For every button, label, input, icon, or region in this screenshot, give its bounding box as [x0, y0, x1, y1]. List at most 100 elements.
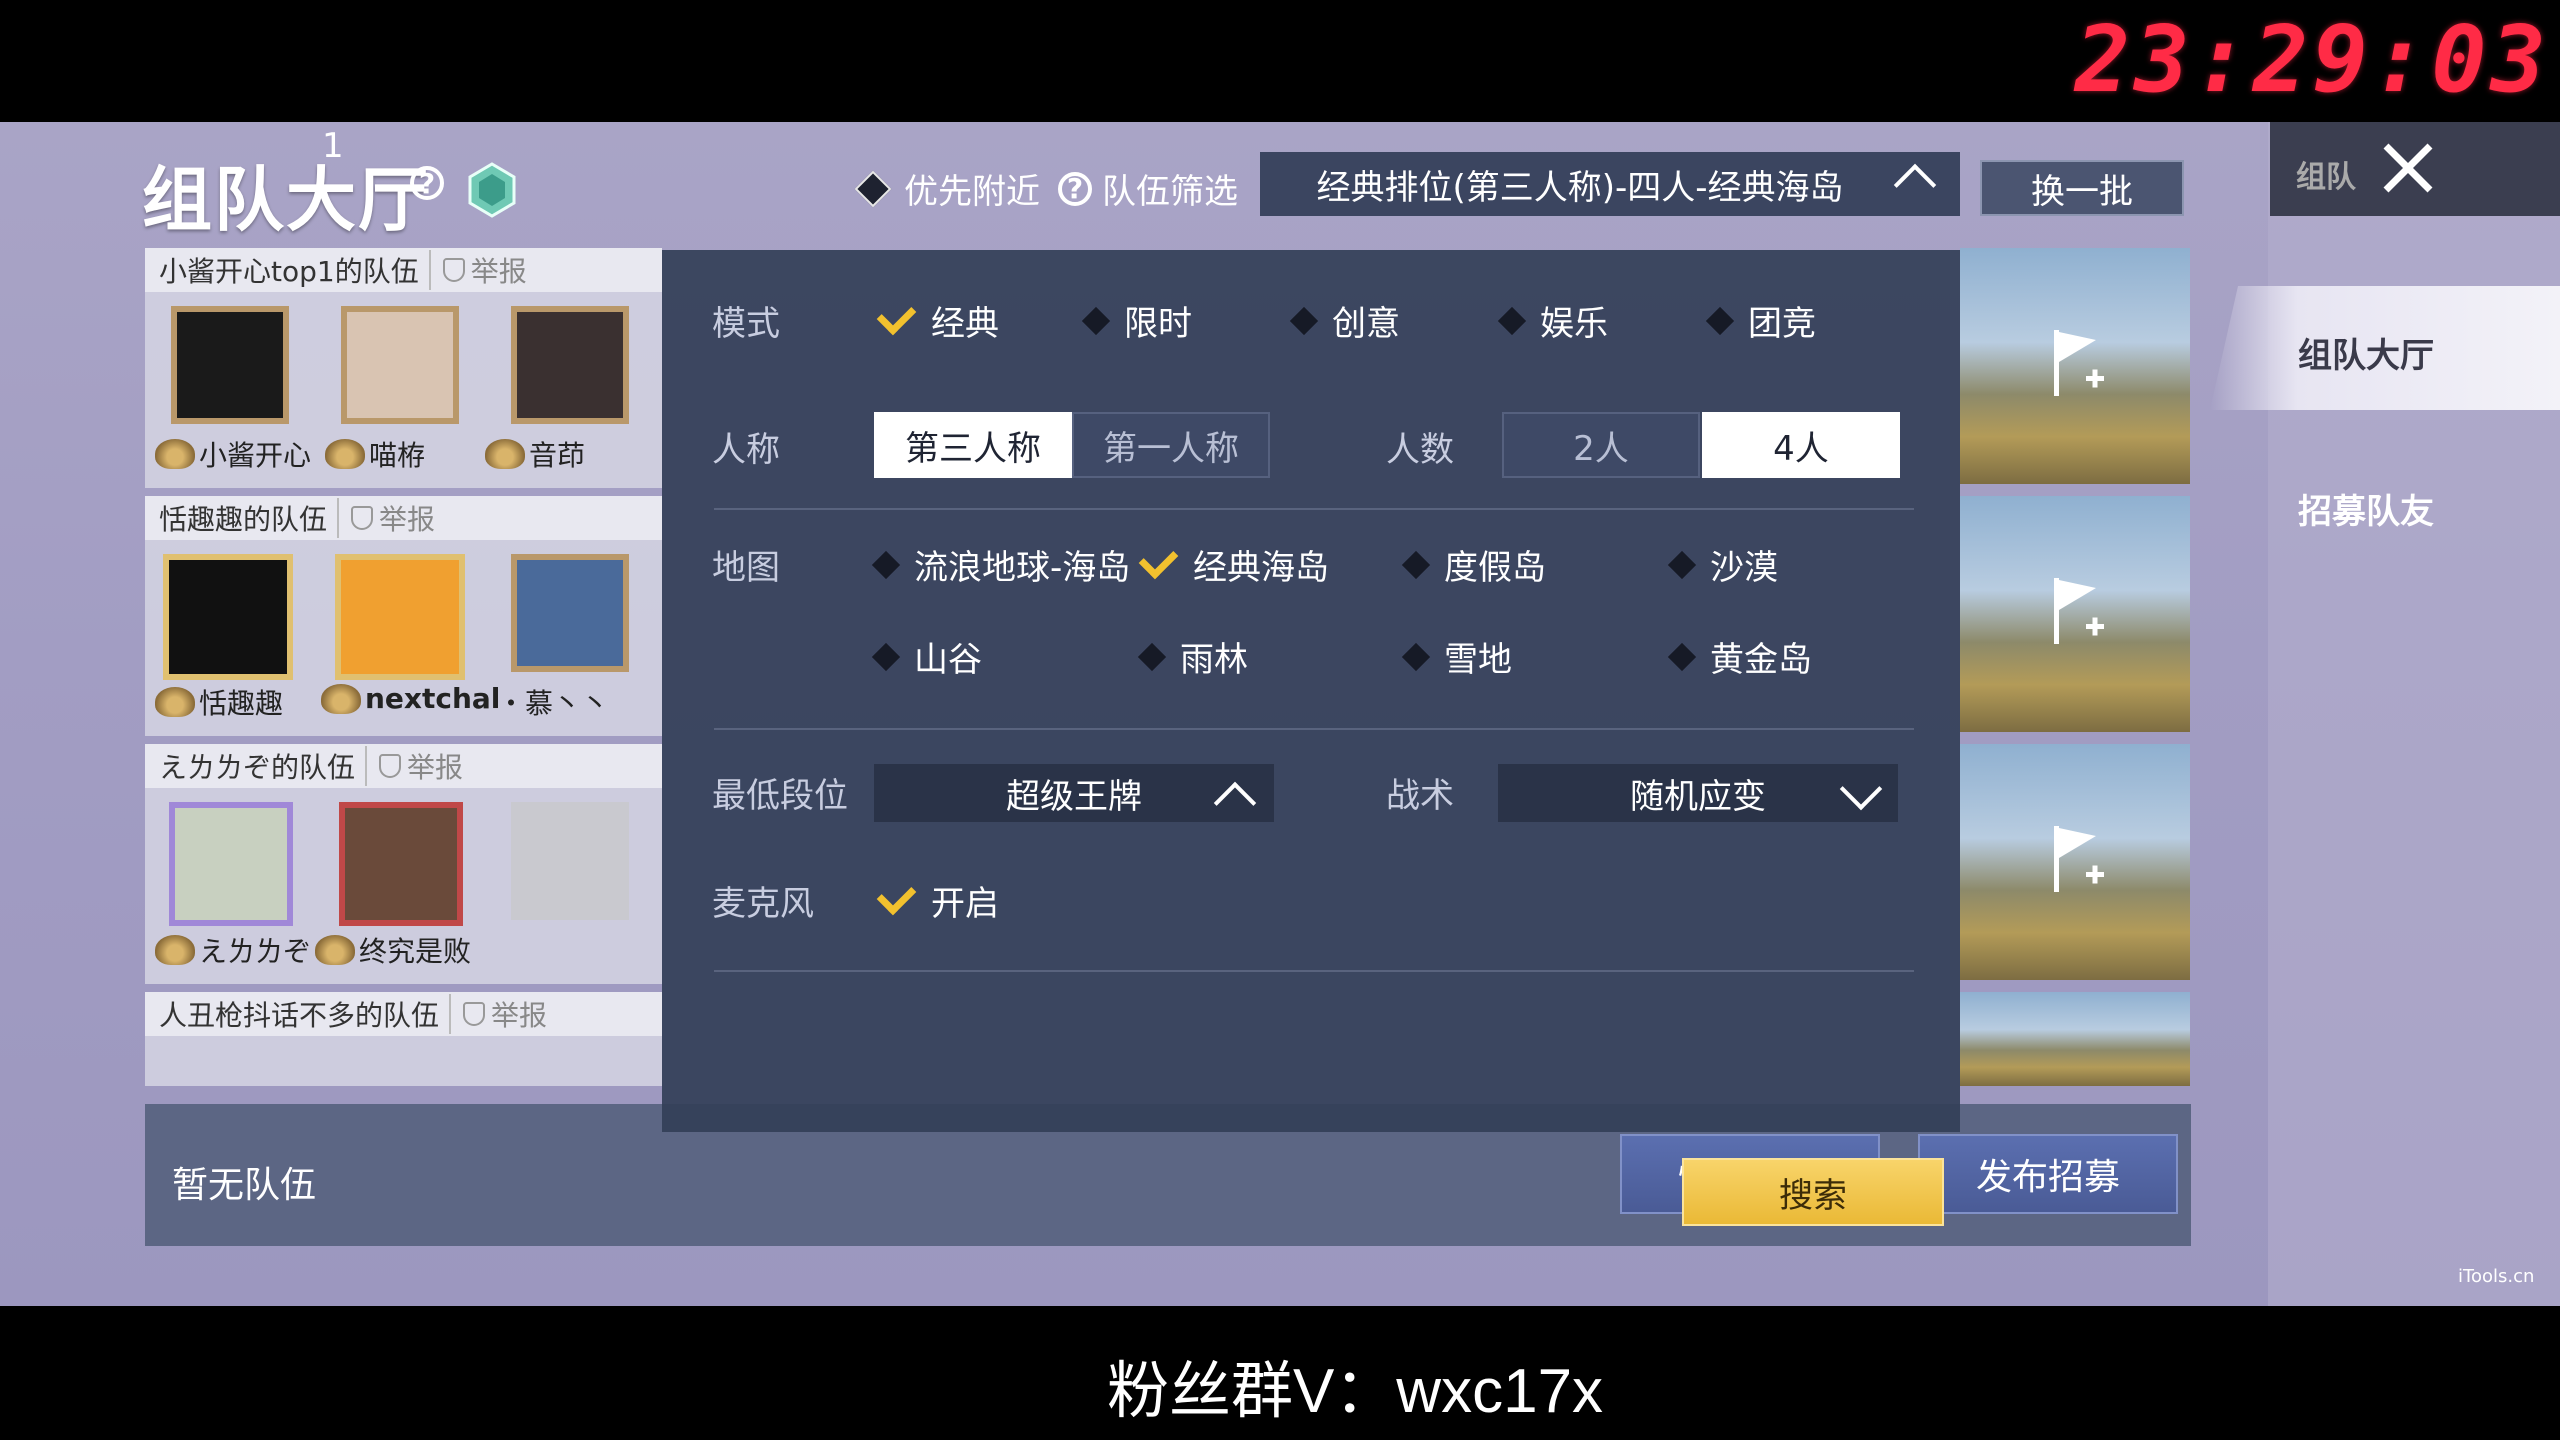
report-button[interactable]: 举报 — [428, 250, 527, 290]
microphone-label: 麦克风 — [712, 884, 814, 924]
tab-team-hall-label[interactable]: 组队大厅 — [2298, 328, 2434, 377]
min-rank-dropdown[interactable]: 超级王牌 — [874, 764, 1274, 822]
map-label: 地图 — [712, 548, 780, 588]
tactic-dropdown[interactable]: 随机应变 — [1498, 764, 1898, 822]
report-button[interactable]: 举报 — [365, 746, 463, 786]
flag-plus-icon — [2054, 826, 2104, 892]
filter-panel: 模式 经典 限时 创意 娱乐 团竞 人称 第三人称 第一人称 人数 2人 4人 … — [662, 250, 1960, 1226]
report-label: 举报 — [379, 503, 436, 536]
report-button[interactable]: 举报 — [337, 498, 435, 538]
map-option[interactable]: 山谷 — [871, 632, 982, 681]
perspective-first-person[interactable]: 第一人称 — [1072, 412, 1270, 478]
member-name: 恬趣趣 — [155, 682, 283, 722]
divider — [714, 970, 1914, 972]
avatar[interactable] — [511, 554, 629, 672]
map-option[interactable]: 沙漠 — [1667, 540, 1778, 589]
join-team-thumbnail[interactable] — [1960, 992, 2190, 1086]
checkmark-icon — [1138, 539, 1179, 580]
nearby-checkbox[interactable] — [854, 170, 892, 207]
shield-icon — [351, 506, 374, 530]
rank-wing-icon — [155, 935, 195, 965]
team-size-2[interactable]: 2人 — [1502, 412, 1700, 478]
avatar[interactable] — [339, 802, 463, 926]
rank-wing-icon — [155, 687, 195, 717]
team-size-4[interactable]: 4人 — [1702, 412, 1900, 478]
join-team-thumbnail[interactable] — [1960, 744, 2190, 980]
mode-option-classic[interactable]: 经典 — [876, 295, 999, 345]
unchecked-icon — [1667, 550, 1697, 579]
unchecked-icon — [1289, 306, 1319, 335]
perspective-label: 人称 — [712, 430, 780, 470]
rank-wing-icon — [315, 935, 355, 965]
avatar[interactable] — [511, 306, 629, 424]
close-icon[interactable] — [2378, 138, 2438, 198]
flag-plus-icon — [2054, 578, 2104, 644]
mode-option-creative[interactable]: 创意 — [1289, 296, 1400, 345]
publish-recruit-button[interactable]: 发布招募 — [1918, 1134, 2178, 1214]
shield-icon — [463, 1002, 486, 1026]
rank-badge-icon — [468, 162, 516, 218]
tab-recruit[interactable]: 招募队友 — [2298, 484, 2434, 533]
unchecked-icon — [1705, 306, 1735, 335]
search-button[interactable]: 搜索 — [1682, 1158, 1944, 1226]
team-card[interactable]: 恬趣趣的队伍 举报 恬趣趣 nextchal ・慕丶丶 — [145, 496, 662, 736]
map-option[interactable]: 度假岛 — [1401, 540, 1546, 589]
checkmark-icon — [876, 875, 917, 916]
rank-wing-icon — [155, 439, 195, 469]
tactic-label: 战术 — [1386, 776, 1454, 816]
team-size-label: 人数 — [1386, 430, 1454, 470]
shield-icon — [442, 258, 465, 282]
page-title: 组队大厅 — [142, 159, 430, 241]
report-label: 举报 — [491, 999, 548, 1032]
member-name: 喵栫 — [325, 434, 425, 474]
member-name: ・慕丶丶 — [497, 687, 610, 720]
help-icon[interactable]: ? — [410, 166, 444, 200]
nearby-help-icon[interactable]: ? — [1058, 171, 1092, 206]
team-card-header: 人丑枪抖话不多的队伍 举报 — [145, 992, 662, 1036]
avatar[interactable] — [171, 306, 289, 424]
empty-slot-avatar[interactable] — [511, 802, 629, 920]
team-card-header: えㄌㄌぞ的队伍 举报 — [145, 744, 662, 788]
map-option[interactable]: 雪地 — [1401, 632, 1512, 681]
game-screen: 组队大厅 1 ? 优先附近 ? 队伍筛选 经典排位(第三人称)-四人-经典海岛 … — [0, 122, 2560, 1306]
map-option[interactable]: 黄金岛 — [1667, 632, 1812, 681]
avatar[interactable] — [169, 802, 293, 926]
bottom-caption: 粉丝群V：wxc17x — [1106, 1357, 1604, 1426]
join-team-thumbnail[interactable] — [1960, 496, 2190, 732]
team-filter-select[interactable]: 经典排位(第三人称)-四人-经典海岛 — [1260, 152, 1960, 216]
mode-option-limited[interactable]: 限时 — [1081, 296, 1192, 345]
tactic-value: 随机应变 — [1630, 776, 1766, 817]
clock-overlay: 23:29:03 — [2074, 6, 2550, 113]
mode-option-fun[interactable]: 娱乐 — [1497, 296, 1608, 345]
team-name: 人丑枪抖话不多的队伍 — [159, 999, 440, 1032]
report-button[interactable]: 举报 — [449, 994, 547, 1034]
team-card[interactable]: 人丑枪抖话不多的队伍 举报 — [145, 992, 662, 1086]
map-option[interactable]: 流浪地球-海岛 — [871, 540, 1130, 589]
team-filter-value: 经典排位(第三人称)-四人-经典海岛 — [1316, 167, 1844, 208]
member-name: 小酱开心 — [155, 434, 311, 474]
avatar[interactable] — [341, 306, 459, 424]
rank-wing-icon — [325, 439, 365, 469]
join-team-thumbnail[interactable] — [1960, 248, 2190, 484]
perspective-third-person[interactable]: 第三人称 — [874, 412, 1072, 478]
nearby-toggle[interactable]: 优先附近 ? — [854, 164, 1092, 213]
avatar[interactable] — [163, 554, 293, 680]
rank-wing-icon — [321, 683, 361, 714]
avatar[interactable] — [335, 554, 465, 680]
unchecked-icon — [1081, 306, 1111, 335]
refresh-button[interactable]: 换一批 — [1980, 160, 2184, 216]
report-label: 举报 — [407, 751, 464, 784]
team-card[interactable]: えㄌㄌぞ的队伍 举报 えㄌㄌぞ 终究是败 — [145, 744, 662, 984]
microphone-on-option[interactable]: 开启 — [876, 875, 999, 925]
team-card-header: 小酱开心top1的队伍 举报 — [145, 248, 662, 292]
rank-wing-icon — [485, 439, 525, 469]
map-option[interactable]: 雨林 — [1137, 632, 1248, 681]
unchecked-icon — [1667, 642, 1697, 671]
unchecked-icon — [1137, 642, 1167, 671]
team-card[interactable]: 小酱开心top1的队伍 举报 小酱开心 喵栫 音茚 — [145, 248, 662, 488]
mode-option-team-deathmatch[interactable]: 团竞 — [1705, 296, 1816, 345]
map-option-selected[interactable]: 经典海岛 — [1138, 539, 1329, 589]
unchecked-icon — [871, 550, 901, 579]
divider — [714, 508, 1914, 510]
report-label: 举报 — [470, 255, 527, 288]
